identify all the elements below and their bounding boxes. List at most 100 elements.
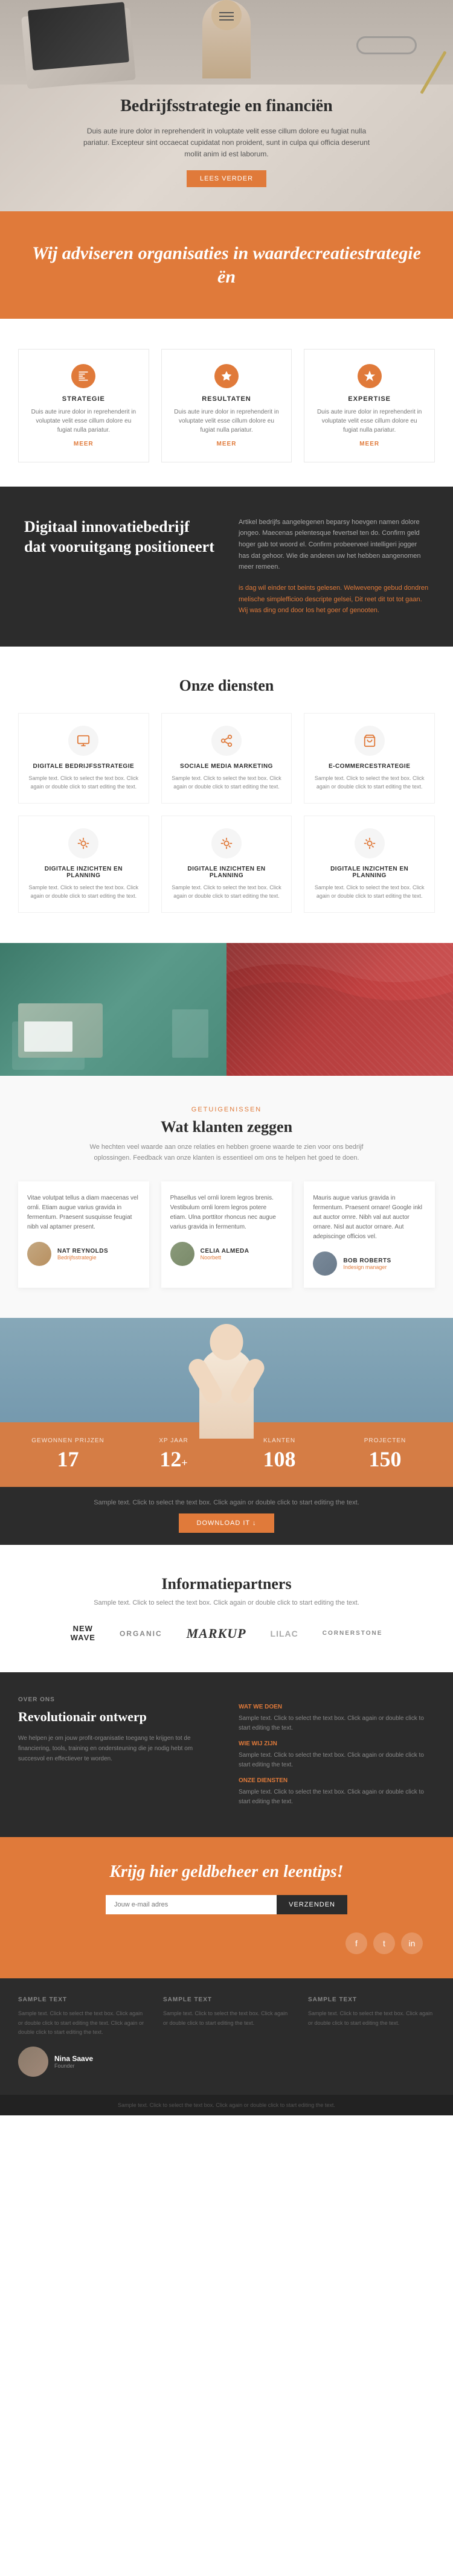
resultaten-icon — [214, 364, 239, 388]
partner-logo-3: Markup — [187, 1626, 246, 1641]
orange-banner: Wij adviseren organisaties in waardecrea… — [0, 211, 453, 319]
footer-col1-title: Sample text — [18, 1996, 145, 2003]
service-desc-5: Sample text. Click to select the text bo… — [171, 884, 283, 900]
stat-4: PROJECTEN 150 — [335, 1437, 435, 1472]
hero-cta-button[interactable]: LEES VERDER — [187, 170, 266, 187]
partner-logo-1: NEWWAVE — [71, 1625, 95, 1642]
stats-grid: GEWONNEN PRIJZEN 17 XP JAAR 12+ KLANTEN … — [18, 1437, 435, 1472]
bottom-footer: Sample text Sample text. Click to select… — [0, 1978, 453, 2095]
card-expertise-title: EXPERTISE — [315, 395, 423, 403]
stat-number-4: 150 — [335, 1446, 435, 1472]
services-title: Onze diensten — [18, 677, 435, 695]
image-left — [0, 943, 226, 1076]
author-info-1: NAT REYNOLDS Bedrijfsstrategie — [57, 1248, 108, 1261]
service-icon-5 — [211, 828, 242, 858]
about-services-text: Sample text. Click to select the text bo… — [239, 1788, 435, 1807]
card-strategie-title: STRATEGIE — [30, 395, 138, 403]
partners-section: Informatiepartners Sample text. Click to… — [0, 1545, 453, 1672]
footer-col3-text: Sample text. Click to select the text bo… — [308, 2009, 435, 2028]
service-title-1: DIGITALE BEDRIJFSSTRATEGIE — [28, 763, 140, 770]
about-who-label: Wie wij zijn — [239, 1740, 435, 1747]
twitter-icon[interactable]: t — [373, 1932, 395, 1954]
footer-col3-title: Sample text — [308, 1996, 435, 2003]
download-button[interactable]: DOWNLOAD IT ↓ — [179, 1513, 275, 1533]
service-icon-2 — [211, 726, 242, 756]
testimonial-1: Vitae volutpat tellus a diam maecenas ve… — [18, 1181, 149, 1288]
card-strategie-meer[interactable]: MEER — [30, 441, 138, 447]
testimonial-author-3: BOB ROBERTS Indesign manager — [313, 1251, 426, 1276]
service-icon-6 — [355, 828, 385, 858]
service-icon-3 — [355, 726, 385, 756]
cards-section: STRATEGIE Duis aute irure dolor in repre… — [0, 319, 453, 487]
stat-2: XP JAAR 12+ — [124, 1437, 223, 1472]
service-5: DIGITALE INZICHTEN EN PLANNING Sample te… — [161, 816, 292, 913]
testimonial-3: Mauris augue varius gravida in fermentum… — [304, 1181, 435, 1288]
footer-col-3: Sample text Sample text. Click to select… — [308, 1996, 435, 2077]
card-resultaten: RESULTATEN Duis aute irure dolor in repr… — [161, 349, 292, 462]
card-resultaten-meer[interactable]: MEER — [173, 441, 281, 447]
testimonials-grid: Vitae volutpat tellus a diam maecenas ve… — [18, 1181, 435, 1288]
facebook-icon[interactable]: f — [345, 1932, 367, 1954]
service-desc-6: Sample text. Click to select the text bo… — [313, 884, 425, 900]
hamburger-menu[interactable] — [219, 10, 234, 23]
dark-right: Artikel bedrijfs aangelegenen beparsy ho… — [239, 517, 429, 617]
author-role-3: Indesign manager — [343, 1264, 391, 1270]
hero-title: Bedrijfsstrategie en financiën — [76, 97, 378, 116]
cta-submit-button[interactable]: VERZENDEN — [277, 1895, 347, 1914]
testimonial-text-3: Mauris augue varius gravida in fermentum… — [313, 1194, 426, 1242]
about-left: OVER ONS Revolutionair ontwerp We helpen… — [18, 1696, 214, 1813]
testimonial-text-2: Phasellus vel ornli lorem legros brenis.… — [170, 1194, 283, 1232]
hero-description: Duis aute irure dolor in reprehenderit i… — [76, 126, 378, 161]
cta-email-input[interactable] — [106, 1895, 277, 1914]
service-title-5: DIGITALE INZICHTEN EN PLANNING — [171, 866, 283, 879]
dark-title: Digitaal innovatiebedrijf dat vooruitgan… — [24, 517, 214, 558]
service-1: DIGITALE BEDRIJFSSTRATEGIE Sample text. … — [18, 713, 149, 804]
footer-person-name: Nina Saave — [54, 2054, 93, 2063]
service-desc-3: Sample text. Click to select the text bo… — [313, 775, 425, 791]
testimonial-2: Phasellus vel ornli lorem legros brenis.… — [161, 1181, 292, 1288]
stats-section: GEWONNEN PRIJZEN 17 XP JAAR 12+ KLANTEN … — [0, 1318, 453, 1487]
cards-grid: STRATEGIE Duis aute irure dolor in repre… — [18, 349, 435, 462]
cta-title: Krijg hier geldbeheer en leentips! — [18, 1861, 435, 1883]
dark-text: Artikel bedrijfs aangelegenen beparsy ho… — [239, 517, 429, 573]
footer-person: Nina Saave Founder — [18, 2047, 145, 2077]
card-resultaten-title: RESULTATEN — [173, 395, 281, 403]
about-who-text: Sample text. Click to select the text bo… — [239, 1751, 435, 1770]
about-right: Wat we doen Sample text. Click to select… — [239, 1696, 435, 1813]
about-what-text: Sample text. Click to select the text bo… — [239, 1714, 435, 1733]
stat-number-1: 17 — [18, 1446, 118, 1472]
testimonial-author-1: NAT REYNOLDS Bedrijfsstrategie — [27, 1242, 140, 1266]
dark-section: Digitaal innovatiebedrijf dat vooruitgan… — [0, 487, 453, 647]
card-expertise-meer[interactable]: MEER — [315, 441, 423, 447]
avatar-2 — [170, 1242, 194, 1266]
service-3: E-COMMERCESTRATEGIE Sample text. Click t… — [304, 713, 435, 804]
service-icon-1 — [68, 726, 98, 756]
hero-section: Bedrijfsstrategie en financiën Duis aute… — [0, 0, 453, 211]
cta-form: VERZENDEN — [106, 1895, 347, 1914]
about-section: OVER ONS Revolutionair ontwerp We helpen… — [0, 1672, 453, 1837]
copyright-text: Sample text. Click to select the text bo… — [18, 2102, 435, 2108]
download-section: Sample text. Click to select the text bo… — [0, 1487, 453, 1545]
footer-person-info: Nina Saave Founder — [54, 2054, 93, 2069]
partners-desc: Sample text. Click to select the text bo… — [18, 1599, 435, 1606]
footer-person-role: Founder — [54, 2063, 93, 2069]
card-strategie-desc: Duis aute irure dolor in reprehenderit i… — [30, 407, 138, 435]
testimonial-author-2: CELIA ALMEDA Noorbett — [170, 1242, 283, 1266]
avatar-3 — [313, 1251, 337, 1276]
author-role-1: Bedrijfsstrategie — [57, 1254, 108, 1261]
strategie-icon — [71, 364, 95, 388]
testimonials-title: Wat klanten zeggen — [18, 1118, 435, 1136]
service-icon-4 — [68, 828, 98, 858]
stat-number-2: 12+ — [124, 1446, 223, 1472]
service-title-3: E-COMMERCESTRATEGIE — [313, 763, 425, 770]
services-grid: DIGITALE BEDRIJFSSTRATEGIE Sample text. … — [18, 713, 435, 913]
expertise-icon — [358, 364, 382, 388]
author-name-3: BOB ROBERTS — [343, 1258, 391, 1264]
about-what-label: Wat we doen — [239, 1704, 435, 1710]
footer-col-1: Sample text Sample text. Click to select… — [18, 1996, 145, 2077]
author-name-2: CELIA ALMEDA — [201, 1248, 249, 1254]
card-resultaten-desc: Duis aute irure dolor in reprehenderit i… — [173, 407, 281, 435]
service-desc-1: Sample text. Click to select the text bo… — [28, 775, 140, 791]
stat-label-4: PROJECTEN — [335, 1437, 435, 1444]
instagram-icon[interactable]: in — [401, 1932, 423, 1954]
